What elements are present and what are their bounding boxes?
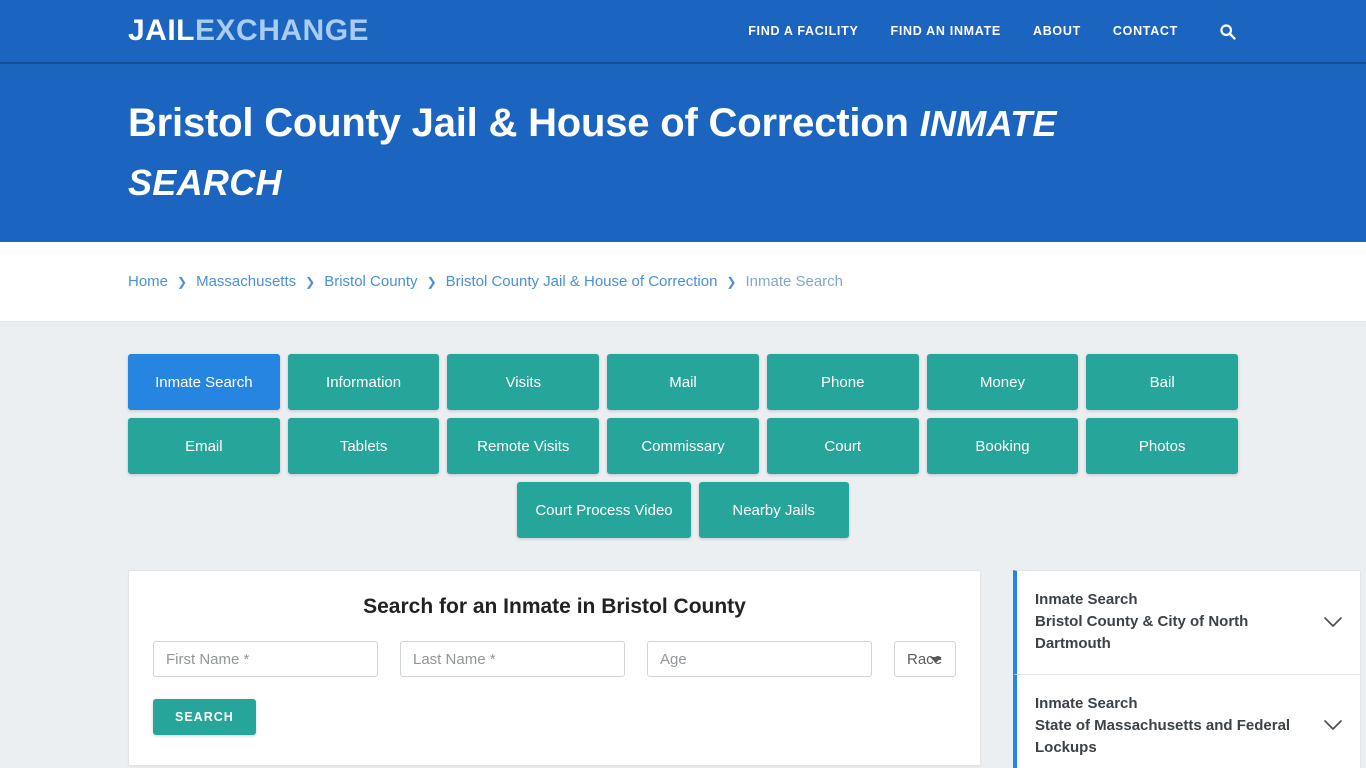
tab-visits[interactable]: Visits — [447, 354, 600, 410]
breadcrumb-separator-icon: ❯ — [305, 274, 316, 289]
accordion-item-county-search[interactable]: Inmate Search Bristol County & City of N… — [1013, 570, 1361, 675]
top-navigation-bar: JAILEXCHANGE FIND A FACILITY FIND AN INM… — [0, 0, 1366, 64]
search-button[interactable]: SEARCH — [153, 699, 256, 735]
tab-remote-visits[interactable]: Remote Visits — [447, 418, 600, 474]
chevron-down-icon[interactable] — [1322, 611, 1344, 633]
accordion-title: Inmate Search — [1035, 591, 1138, 608]
breadcrumb-separator-icon: ❯ — [426, 274, 437, 289]
age-input[interactable] — [647, 641, 872, 677]
tab-bail[interactable]: Bail — [1086, 354, 1239, 410]
breadcrumb: Home ❯ Massachusetts ❯ Bristol County ❯ … — [128, 273, 843, 290]
accordion-subtitle: Bristol County & City of North Dartmouth — [1035, 613, 1249, 653]
accordion-title: Inmate Search — [1035, 694, 1138, 712]
tab-booking[interactable]: Booking — [926, 418, 1079, 474]
tab-nearby-jails[interactable]: Nearby Jails — [698, 482, 849, 538]
page-title: Bristol County Jail & House of Correctio… — [128, 94, 1138, 212]
breadcrumb-item-home[interactable]: Home — [128, 273, 168, 290]
tab-photos[interactable]: Photos — [1086, 418, 1239, 474]
tab-court[interactable]: Court — [766, 418, 919, 474]
tab-commissary[interactable]: Commissary — [607, 418, 759, 474]
search-card-heading: Search for an Inmate in Bristol County — [363, 595, 746, 618]
search-icon[interactable] — [1216, 20, 1238, 42]
page-title-facility: Bristol County Jail & House of Correctio… — [128, 100, 909, 145]
first-name-input[interactable] — [153, 641, 378, 677]
nav-item-contact[interactable]: CONTACT — [1113, 24, 1178, 38]
chevron-down-icon[interactable] — [1322, 715, 1344, 737]
breadcrumb-item-inmate-search: Inmate Search — [745, 273, 844, 290]
sidebar-column: Inmate Search Bristol County & City of N… — [1013, 570, 1361, 768]
hero-banner: Bristol County Jail & House of Correctio… — [0, 64, 1366, 242]
nav-item-about[interactable]: ABOUT — [1033, 24, 1081, 38]
tab-information[interactable]: Information — [287, 354, 440, 410]
nav-item-find-a-facility[interactable]: FIND A FACILITY — [748, 24, 858, 38]
tab-court-process-video[interactable]: Court Process Video — [517, 482, 691, 538]
breadcrumb-bar: Home ❯ Massachusetts ❯ Bristol County ❯ … — [0, 242, 1366, 322]
tab-tablets[interactable]: Tablets — [287, 418, 440, 474]
tab-inmate-search[interactable]: Inmate Search — [128, 354, 280, 410]
accordion-item-text: Inmate Search Bristol County & City of N… — [1035, 589, 1312, 656]
last-name-input[interactable] — [400, 641, 625, 677]
accordion-subtitle: State of Massachusetts and Federal Locku… — [1035, 716, 1291, 756]
tab-money[interactable]: Money — [926, 354, 1079, 410]
search-field-row: Race — [153, 641, 956, 677]
facility-tab-grid: Inmate Search Information Visits Mail Ph… — [128, 354, 1239, 538]
nav-links: FIND A FACILITY FIND AN INMATE ABOUT CON… — [748, 20, 1238, 42]
tab-row-1: Inmate Search Information Visits Mail Ph… — [128, 354, 1239, 410]
main-content: Inmate Search Information Visits Mail Ph… — [0, 322, 1366, 768]
breadcrumb-separator-icon: ❯ — [177, 274, 188, 289]
tab-row-3: Court Process Video Nearby Jails — [128, 482, 1238, 538]
accordion-item-text: Inmate Search State of Massachusetts and… — [1035, 693, 1312, 760]
tab-phone[interactable]: Phone — [766, 354, 919, 410]
inmate-search-card: Search for an Inmate in Bristol County R… — [128, 570, 981, 766]
logo-text-exchange: EXCHANGE — [195, 14, 370, 47]
breadcrumb-item-bristol-county[interactable]: Bristol County — [324, 273, 417, 290]
site-logo[interactable]: JAILEXCHANGE — [128, 16, 369, 46]
logo-text-jail: JAIL — [128, 14, 196, 47]
race-select[interactable]: Race — [894, 641, 956, 677]
nav-item-find-an-inmate[interactable]: FIND AN INMATE — [890, 24, 1000, 38]
tab-email[interactable]: Email — [128, 418, 280, 474]
content-columns: Search for an Inmate in Bristol County R… — [128, 570, 1361, 768]
breadcrumb-item-facility[interactable]: Bristol County Jail & House of Correctio… — [446, 273, 718, 290]
search-column: Search for an Inmate in Bristol County R… — [128, 570, 981, 766]
breadcrumb-item-massachusetts[interactable]: Massachusetts — [196, 273, 296, 290]
accordion-item-state-federal-search[interactable]: Inmate Search State of Massachusetts and… — [1013, 674, 1361, 768]
tab-mail[interactable]: Mail — [607, 354, 759, 410]
inmate-search-accordion: Inmate Search Bristol County & City of N… — [1013, 570, 1361, 768]
tab-row-2: Email Tablets Remote Visits Commissary C… — [128, 418, 1239, 474]
breadcrumb-separator-icon: ❯ — [726, 274, 737, 289]
